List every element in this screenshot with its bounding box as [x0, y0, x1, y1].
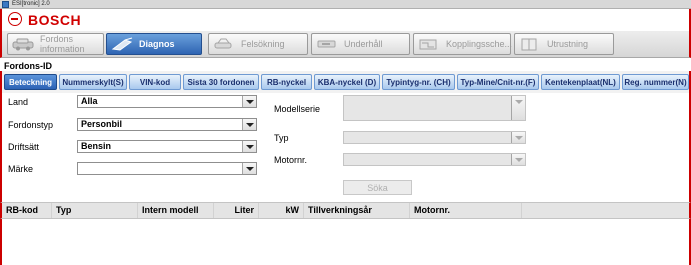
- land-value: Alla: [81, 96, 98, 106]
- modellserie-label: Modellserie: [274, 104, 321, 114]
- search-button[interactable]: Söka: [343, 180, 412, 195]
- nav-tab-utrustning[interactable]: Utrustning: [514, 33, 614, 55]
- filter-tab-typ-mine[interactable]: Typ-Mine/Cnit-nr.(F): [457, 74, 539, 90]
- column-header-intern-modell[interactable]: Intern modell: [138, 203, 214, 218]
- window-titlebar: ESI[tronic] 2.0: [0, 0, 691, 9]
- nav-tab-underhall[interactable]: Underhåll: [311, 33, 410, 55]
- brand-bar: BOSCH: [0, 9, 691, 31]
- window-title: ESI[tronic] 2.0: [12, 1, 50, 7]
- wrench-icon: [317, 40, 336, 48]
- circuit-diagram-icon: [419, 39, 437, 50]
- brand-logo: BOSCH: [28, 12, 82, 28]
- filter-tab-nummerskylt[interactable]: Nummerskylt(S): [59, 74, 127, 90]
- land-label: Land: [8, 97, 29, 107]
- modellserie-select[interactable]: [343, 95, 526, 121]
- nav-tab-kopplingsschema[interactable]: Kopplingssche...: [413, 33, 513, 55]
- nav-tab-label: Underhåll: [344, 39, 383, 49]
- column-header-rb-kod[interactable]: RB-kod: [2, 203, 52, 218]
- driftsatt-value: Bensin: [81, 141, 112, 151]
- results-table-body: [0, 219, 691, 265]
- results-table-header: RB-kod Typ Intern modell Liter kW Tillve…: [0, 202, 691, 219]
- search-method-tabs: Beteckning Nummerskylt(S) VIN-kod Sista …: [0, 71, 691, 93]
- driftsatt-label: Driftsätt: [8, 142, 40, 152]
- chevron-down-icon[interactable]: [242, 141, 256, 152]
- nav-tab-label: Utrustning: [547, 39, 589, 49]
- nav-tab-diagnos[interactable]: Diagnos: [106, 33, 202, 55]
- column-header-liter[interactable]: Liter: [214, 203, 259, 218]
- marke-label: Märke: [8, 164, 34, 174]
- chevron-down-icon[interactable]: [242, 119, 256, 130]
- column-header-tillverkningsar[interactable]: Tillverkningsår: [304, 203, 410, 218]
- filter-tab-typintyg[interactable]: Typintyg-nr. (CH): [382, 74, 455, 90]
- column-header-motornr[interactable]: Motornr.: [410, 203, 522, 218]
- fordonstyp-select[interactable]: Personbil: [77, 118, 257, 131]
- column-header-kw[interactable]: kW: [259, 203, 304, 218]
- main-navigation: Fordons information Diagnos Felsökning U…: [0, 31, 691, 58]
- bosch-logo-icon: [8, 12, 22, 26]
- diagnostic-probe-icon: [111, 37, 133, 51]
- nav-tab-vehicle-info[interactable]: Fordons information: [7, 33, 104, 55]
- typ-label: Typ: [274, 133, 289, 143]
- book-icon: [521, 38, 537, 51]
- column-header-typ[interactable]: Typ: [52, 203, 138, 218]
- chevron-down-icon[interactable]: [511, 96, 525, 120]
- app-icon: [2, 1, 9, 8]
- car-icon: [12, 38, 34, 51]
- nav-tab-label: Felsökning: [241, 39, 285, 49]
- filter-tab-vin-kod[interactable]: VIN-kod: [129, 74, 181, 90]
- chevron-down-icon[interactable]: [511, 154, 525, 165]
- driftsatt-select[interactable]: Bensin: [77, 140, 257, 153]
- marke-select[interactable]: [77, 162, 257, 175]
- nav-tab-label: Kopplingssche...: [446, 39, 513, 49]
- section-title: Fordons-ID: [4, 61, 52, 71]
- chevron-down-icon[interactable]: [242, 96, 256, 107]
- chevron-down-icon[interactable]: [242, 163, 256, 174]
- filter-tab-sista-30[interactable]: Sista 30 fordonen: [183, 74, 259, 90]
- nav-tab-label: Diagnos: [139, 39, 175, 49]
- typ-select[interactable]: [343, 131, 526, 144]
- vehicle-search-form: Land Alla Fordonstyp Personbil Driftsätt…: [0, 93, 691, 202]
- nav-tab-felsokning[interactable]: Felsökning: [208, 33, 308, 55]
- filter-tab-beteckning[interactable]: Beteckning: [4, 74, 57, 90]
- filter-tab-rb-nyckel[interactable]: RB-nyckel: [261, 74, 312, 90]
- filter-tab-kentekenplaat[interactable]: Kentekenplaat(NL): [541, 74, 620, 90]
- motornr-select[interactable]: [343, 153, 526, 166]
- fordonstyp-label: Fordonstyp: [8, 120, 54, 130]
- land-select[interactable]: Alla: [77, 95, 257, 108]
- motornr-label: Motornr.: [274, 155, 308, 165]
- nav-tab-label: Fordons information: [40, 34, 85, 54]
- filter-tab-reg-nummer[interactable]: Reg. nummer(N): [622, 74, 689, 90]
- filter-tab-kba-nyckel[interactable]: KBA-nyckel (D): [314, 74, 380, 90]
- fordonstyp-value: Personbil: [81, 119, 123, 129]
- chevron-down-icon[interactable]: [511, 132, 525, 143]
- car-search-icon: [214, 38, 232, 49]
